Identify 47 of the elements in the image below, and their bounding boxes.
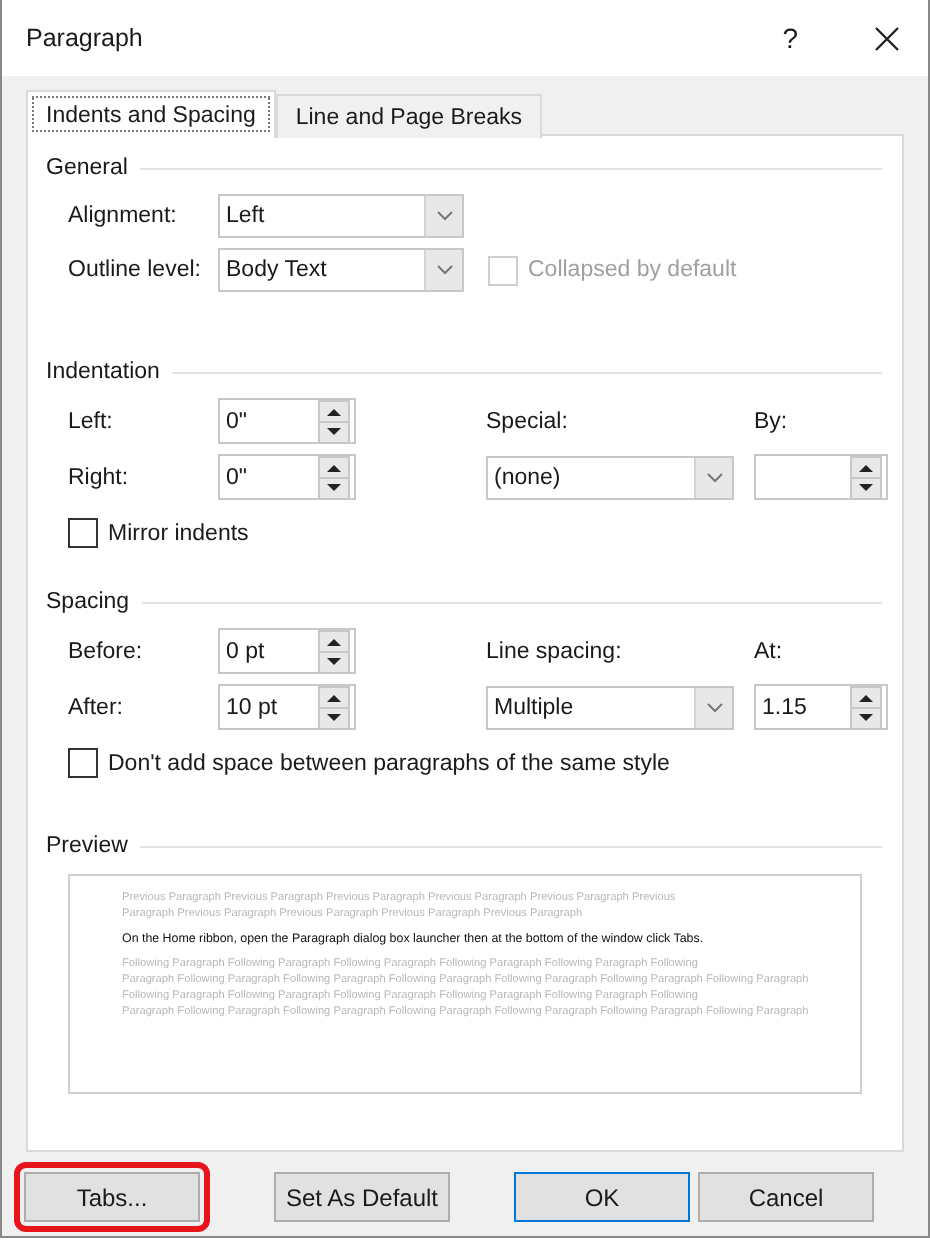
field-label: Alignment: — [68, 204, 179, 228]
checkbox-label: Mirror indents — [108, 521, 249, 545]
outline-level-dropdown[interactable]: Body Text — [218, 248, 464, 292]
spinner-arrows-icon[interactable] — [850, 685, 882, 729]
dialog-button[interactable]: Set As Default — [274, 1172, 450, 1222]
section-heading: Spacing — [46, 590, 130, 614]
field-label: Before: — [68, 639, 145, 663]
field-label: By: — [754, 409, 790, 433]
checkbox[interactable] — [68, 518, 98, 548]
dialog-button[interactable]: Tabs... — [24, 1172, 200, 1222]
dialog-button[interactable]: OK — [514, 1172, 690, 1222]
close-icon[interactable] — [874, 25, 900, 51]
section-heading: General — [46, 156, 128, 180]
tab[interactable]: Line and Page Breaks — [275, 94, 543, 138]
spinner-arrows-icon[interactable] — [318, 685, 350, 729]
spinner-arrows-icon[interactable] — [318, 629, 350, 673]
checkbox-label: Collapsed by default — [528, 258, 737, 282]
chevron-down-icon — [705, 701, 723, 713]
chevron-down-icon — [705, 471, 723, 483]
section-heading: Preview — [46, 834, 128, 858]
checkbox-label: Don't add space between paragraphs of the same style — [108, 751, 670, 775]
spinner-arrows-icon[interactable] — [318, 455, 350, 499]
chevron-down-icon — [435, 210, 453, 222]
help-button[interactable]: ? — [782, 22, 798, 54]
before-spinner[interactable]: 0 pt — [218, 628, 356, 674]
after-spinner[interactable]: 10 pt — [218, 684, 356, 730]
field-label: Right: — [68, 465, 131, 489]
left-indent-spinner[interactable]: 0" — [218, 398, 356, 444]
line-spacing-dropdown[interactable]: Multiple — [486, 685, 734, 729]
chevron-down-icon — [435, 264, 453, 276]
field-label: Line spacing: — [486, 639, 624, 663]
spinner-arrows-icon[interactable] — [318, 399, 350, 443]
window-title: Paragraph — [26, 24, 145, 52]
dialog-button[interactable]: Cancel — [698, 1172, 874, 1222]
checkbox[interactable] — [68, 748, 98, 778]
field-label: After: — [68, 695, 125, 719]
alignment-dropdown[interactable]: Left — [218, 194, 464, 238]
tab[interactable]: Indents and Spacing — [26, 90, 276, 138]
right-indent-spinner[interactable]: 0" — [218, 454, 356, 500]
spinner-arrows-icon[interactable] — [850, 455, 882, 499]
field-label: At: — [754, 639, 785, 663]
field-label: Left: — [68, 409, 115, 433]
field-label: Outline level: — [68, 258, 203, 282]
section-heading: Indentation — [46, 360, 160, 384]
field-label: Special: — [486, 409, 570, 433]
special-dropdown[interactable]: (none) — [486, 455, 734, 499]
at-spinner[interactable]: 1.15 — [754, 684, 888, 730]
